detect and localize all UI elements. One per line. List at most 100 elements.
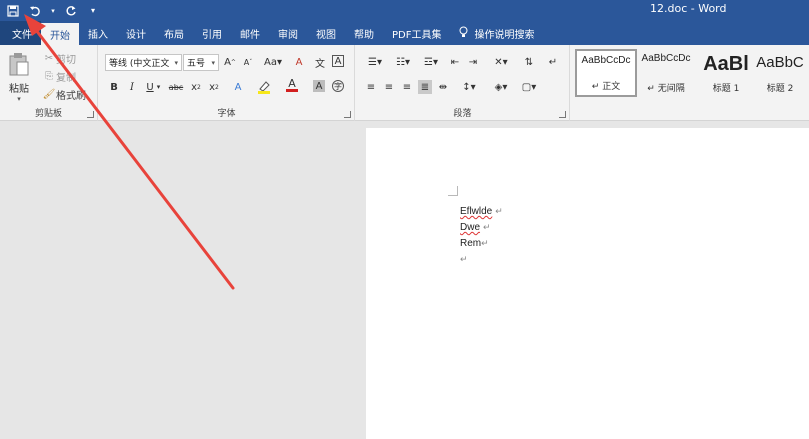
copy-label: 复制	[56, 73, 76, 84]
undo-icon[interactable]	[28, 4, 42, 18]
highlight-icon[interactable]	[257, 80, 271, 94]
bold-icon[interactable]: B	[107, 80, 121, 94]
style-heading-2[interactable]: AaBbC 标题 2	[751, 49, 809, 97]
style-heading-1[interactable]: AaBl 标题 1	[695, 49, 757, 97]
tab-mailings[interactable]: 邮件	[231, 21, 269, 45]
paste-icon	[8, 52, 30, 79]
document-line[interactable]: ↵	[460, 254, 468, 265]
font-color-icon[interactable]: A	[285, 78, 299, 92]
show-marks-icon[interactable]: ↵	[546, 55, 560, 69]
paragraph-launcher-icon[interactable]	[559, 111, 566, 118]
style-heading-1-preview: AaBl	[703, 53, 749, 75]
paintbrush-icon: 🖌	[42, 89, 56, 100]
font-group-label: 字体	[217, 109, 236, 119]
subscript-icon[interactable]: x2	[189, 80, 203, 94]
document-title: 12.doc - Word	[650, 2, 727, 15]
paragraph-group: ☰▾ ☷▾ ☲▾ ⇤ ⇥ ✕▾ ⇅ ↵ ≡ ≡ ≡ ≣ ⇹ ↕▾ ◈▾ ▢▾ 段…	[356, 45, 570, 121]
tab-pdf-tools[interactable]: PDF工具集	[383, 21, 450, 45]
paragraph-mark-icon: ↵	[495, 206, 503, 216]
scissors-icon: ✂	[44, 53, 54, 64]
align-left-icon[interactable]: ≡	[364, 80, 378, 94]
tab-layout[interactable]: 布局	[155, 21, 193, 45]
line-spacing-icon[interactable]: ↕▾	[458, 80, 480, 94]
lightbulb-icon	[459, 26, 468, 41]
clipboard-launcher-icon[interactable]	[87, 111, 94, 118]
tell-me-search[interactable]: 操作说明搜索	[450, 21, 543, 45]
italic-icon[interactable]: I	[125, 80, 139, 94]
document-line[interactable]: Dwe ↵	[460, 222, 491, 233]
margin-corner-mark	[448, 186, 458, 196]
bullets-icon[interactable]: ☰▾	[364, 55, 386, 69]
tab-references[interactable]: 引用	[193, 21, 231, 45]
tab-help[interactable]: 帮助	[345, 21, 383, 45]
style-heading-2-name: 标题 2	[766, 84, 794, 94]
format-painter-label: 格式刷	[56, 91, 86, 102]
superscript-icon[interactable]: x2	[207, 80, 221, 94]
paste-label: 粘贴	[9, 84, 29, 95]
phonetic-guide-icon[interactable]: 文	[313, 55, 327, 70]
change-case-icon[interactable]: Aa▾	[263, 55, 283, 69]
customize-qat-icon[interactable]: ▾	[86, 4, 100, 18]
redo-icon[interactable]	[64, 4, 78, 18]
align-center-icon[interactable]: ≡	[382, 80, 396, 94]
copy-icon: ⎘	[45, 71, 53, 82]
align-right-icon[interactable]: ≡	[400, 80, 414, 94]
numbering-icon[interactable]: ☷▾	[392, 55, 414, 69]
paragraph-group-label: 段落	[453, 109, 472, 119]
cut-label: 剪切	[56, 55, 76, 66]
document-line-text: Dwe	[460, 222, 481, 233]
style-heading-1-name: 标题 1	[712, 84, 740, 94]
strikethrough-icon[interactable]: abc	[167, 80, 185, 94]
tab-design[interactable]: 设计	[117, 21, 155, 45]
font-launcher-icon[interactable]	[344, 111, 351, 118]
document-line-text: Rem	[460, 238, 482, 249]
style-no-spacing[interactable]: AaBbCcDc ↵ 无间隔	[635, 49, 697, 97]
clipboard-group-label: 剪贴板	[34, 109, 62, 119]
tell-me-label: 操作说明搜索	[474, 29, 535, 41]
tab-view[interactable]: 视图	[307, 21, 345, 45]
enclose-characters-icon[interactable]: 字	[332, 80, 344, 92]
justify-icon[interactable]: ≣	[418, 80, 432, 94]
text-effects-icon[interactable]: A	[231, 80, 245, 94]
style-no-spacing-name: ↵ 无间隔	[647, 84, 685, 94]
save-icon[interactable]	[6, 4, 20, 18]
shrink-font-icon[interactable]: Aˇ	[241, 55, 255, 69]
increase-indent-icon[interactable]: ⇥	[466, 55, 480, 69]
font-size-combo[interactable]: 五号 ▾	[183, 54, 219, 71]
style-heading-2-preview: AaBbC	[756, 54, 804, 71]
ribbon: 粘贴 ▾ ✂ 剪切 ⎘ 复制 🖌 格式刷 剪贴板 等线 (中文正文 ▾ 五号 ▾…	[0, 45, 809, 121]
borders-icon[interactable]: ▢▾	[518, 80, 540, 94]
document-line[interactable]: Eflwlde ↵	[460, 206, 503, 217]
style-normal-preview: AaBbCcDc	[581, 55, 631, 66]
tab-home[interactable]: 开始	[41, 23, 79, 45]
style-normal[interactable]: AaBbCcDc ↵ 正文	[575, 49, 637, 97]
paragraph-mark-icon: ↵	[481, 238, 489, 248]
document-line[interactable]: Rem↵	[460, 238, 489, 249]
paragraph-mark-icon: ↵	[460, 254, 468, 264]
document-workspace: Eflwlde ↵ Dwe ↵ Rem↵ ↵	[0, 122, 809, 439]
clear-formatting-icon[interactable]: A	[292, 55, 306, 69]
tab-insert[interactable]: 插入	[79, 21, 117, 45]
shading-icon[interactable]: ◈▾	[490, 80, 512, 94]
format-painter-button[interactable]: 🖌 格式刷	[42, 87, 86, 102]
style-no-spacing-preview: AaBbCcDc	[641, 53, 691, 64]
character-border-icon[interactable]: A	[332, 55, 344, 67]
paste-button[interactable]: 粘贴 ▾	[8, 52, 30, 103]
font-name-combo[interactable]: 等线 (中文正文 ▾	[105, 54, 182, 71]
copy-button[interactable]: ⎘ 复制	[42, 69, 76, 84]
document-page[interactable]: Eflwlde ↵ Dwe ↵ Rem↵ ↵	[366, 128, 809, 439]
underline-dropdown-icon[interactable]: ▾	[155, 80, 162, 94]
cut-button[interactable]: ✂ 剪切	[42, 51, 76, 66]
multilevel-list-icon[interactable]: ☲▾	[420, 55, 442, 69]
tab-file[interactable]: 文件	[0, 21, 41, 45]
character-shading-icon[interactable]: A	[313, 80, 325, 92]
sort-icon[interactable]: ⇅	[522, 55, 536, 69]
grow-font-icon[interactable]: A ^	[223, 55, 237, 69]
chevron-down-icon: ▾	[174, 58, 178, 67]
undo-dropdown-icon[interactable]: ▾	[50, 4, 56, 18]
tab-review[interactable]: 审阅	[269, 21, 307, 45]
decrease-indent-icon[interactable]: ⇤	[448, 55, 462, 69]
chinese-layout-icon[interactable]: ✕▾	[490, 55, 512, 69]
distributed-icon[interactable]: ⇹	[436, 80, 450, 94]
title-bar: ▾ ▾ 12.doc - Word	[0, 0, 809, 21]
